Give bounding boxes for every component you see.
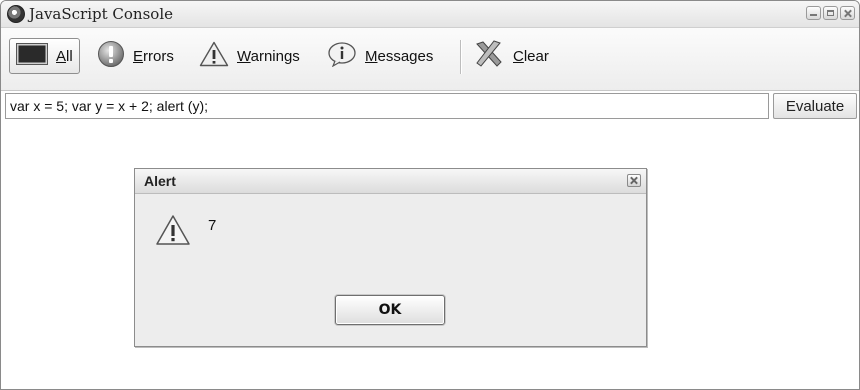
alert-dialog: Alert 7 OK — [134, 168, 647, 347]
tab-errors[interactable]: Errors — [91, 38, 180, 74]
minimize-icon[interactable] — [806, 6, 821, 20]
tab-all[interactable]: All — [9, 38, 80, 74]
toolbar: All Errors Warnings Messages Clear — [1, 28, 859, 91]
javascript-console-window: JavaScript Console All Errors Warnings M… — [0, 0, 860, 390]
title-bar: JavaScript Console — [1, 1, 859, 28]
window-controls — [806, 6, 855, 20]
tab-warnings[interactable]: Warnings — [193, 38, 306, 74]
alert-title-bar: Alert — [135, 169, 646, 194]
clear-button[interactable]: Clear — [467, 38, 555, 74]
console-icon — [16, 43, 48, 69]
toolbar-separator — [460, 40, 461, 74]
tab-errors-label: Errors — [133, 47, 174, 65]
alert-message: 7 — [208, 217, 217, 234]
code-input[interactable] — [5, 93, 769, 119]
evaluate-button[interactable]: Evaluate — [773, 93, 857, 119]
clear-x-icon — [473, 40, 505, 72]
tab-messages-label: Messages — [365, 47, 434, 65]
error-icon — [97, 40, 125, 72]
warning-icon — [199, 41, 229, 71]
alert-close-icon[interactable] — [627, 174, 641, 187]
alert-title: Alert — [144, 173, 176, 189]
app-icon — [7, 5, 25, 23]
maximize-icon[interactable] — [823, 6, 838, 20]
tab-all-label: All — [56, 47, 73, 65]
clear-button-label: Clear — [513, 47, 549, 65]
close-icon[interactable] — [840, 6, 855, 20]
info-icon — [327, 41, 357, 71]
warning-icon — [155, 214, 191, 249]
command-bar: Evaluate — [1, 91, 859, 123]
tab-warnings-label: Warnings — [237, 47, 300, 65]
tab-messages[interactable]: Messages — [321, 38, 439, 74]
ok-button[interactable]: OK — [335, 295, 445, 325]
window-title: JavaScript Console — [29, 5, 173, 23]
